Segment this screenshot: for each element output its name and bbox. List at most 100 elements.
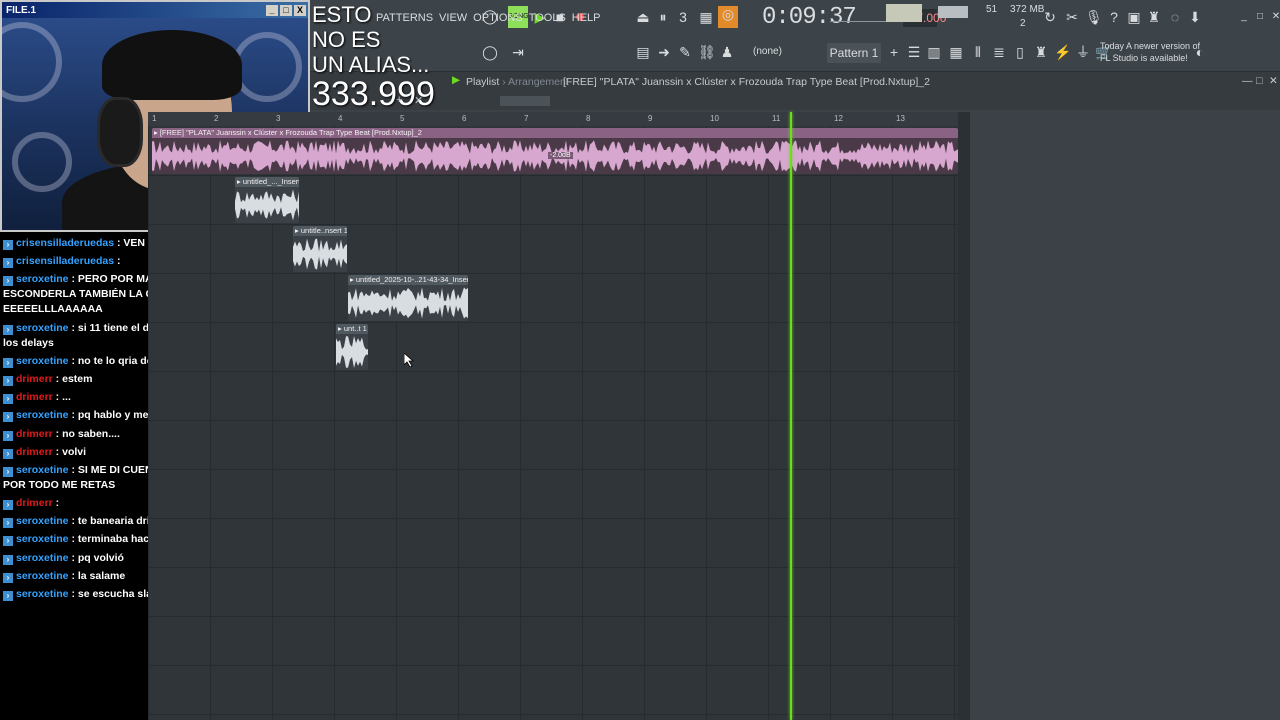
tempo-tapper-icon[interactable]: ⚡ — [1054, 44, 1071, 60]
webcam-titlebar[interactable]: FILE.1 _ □ X — [2, 2, 308, 18]
clip-title: ▸ untitle..nsert 1 — [293, 226, 347, 236]
chat-username[interactable]: seroxetine — [16, 552, 69, 564]
timeline-ruler[interactable]: 1 2 3 4 5 6 7 8 9 10 11 12 13 — [148, 112, 958, 126]
audio-clip[interactable]: ▸ [FREE] "PLATA" Juanssin x Clúster x Fr… — [152, 128, 958, 174]
channel-rack-icon[interactable]: ▦ — [948, 44, 964, 60]
link-icon[interactable]: ⛓ — [698, 44, 716, 60]
playlist-play-icon[interactable]: ▶ — [452, 74, 460, 86]
mouse-cursor-icon — [404, 353, 414, 367]
chat-separator: : — [114, 255, 121, 268]
channel-icon[interactable]: ≣ — [991, 44, 1007, 60]
loop-record-icon[interactable]: ◎ — [718, 6, 738, 28]
chat-separator: : — [68, 321, 78, 334]
cut-icon[interactable]: ✂ — [1064, 9, 1080, 25]
metronome-icon[interactable]: ⏏ — [635, 9, 651, 25]
plug-icon[interactable]: ⏚ — [1075, 44, 1091, 60]
menu-options[interactable]: OPTIONS — [473, 12, 523, 24]
audio-clip[interactable]: ▸ untitled_..._Insert 1 — [235, 177, 299, 223]
chat-username[interactable]: crisensilladeruedas — [16, 255, 114, 267]
chat-badge-icon: › — [3, 518, 13, 529]
grid-bar-line — [396, 126, 397, 720]
file-icon[interactable]: ▯ — [1012, 44, 1028, 60]
piano-roll-icon[interactable]: ▥ — [926, 44, 942, 60]
refresh-icon[interactable]: ↻ — [1042, 9, 1058, 25]
chat-username[interactable]: drimerr — [16, 391, 53, 403]
countdown-icon[interactable]: 3 — [675, 9, 691, 25]
playlist-close-icon[interactable]: ✕ — [1269, 75, 1278, 87]
chat-username[interactable]: seroxetine — [16, 588, 69, 600]
add-pattern-icon[interactable]: + — [886, 44, 902, 60]
pencil-icon[interactable]: ✎ — [677, 44, 693, 60]
mixer-icon[interactable]: ⫴ — [970, 44, 986, 60]
chat-badge-icon: › — [3, 554, 13, 565]
audio-clip[interactable]: ▸ untitle..nsert 1 — [293, 226, 347, 272]
chat-username[interactable]: seroxetine — [16, 464, 69, 476]
minimize-button[interactable]: _ — [266, 4, 278, 16]
playhead[interactable] — [790, 112, 792, 720]
chat-badge-icon: › — [3, 448, 13, 459]
chat-username[interactable]: seroxetine — [16, 355, 69, 367]
news-panel[interactable]: Today A newer version of FL Studio is av… — [1100, 40, 1200, 64]
maximize-button[interactable]: □ — [280, 4, 292, 16]
minimize-icon[interactable]: _ — [1236, 9, 1252, 25]
chat-separator: : — [52, 497, 60, 510]
grid-row-line — [148, 567, 958, 568]
chat-username[interactable]: seroxetine — [16, 515, 69, 527]
clip-title: ▸ untitled_2025-10-..21-43-34_Insert 1 — [348, 275, 468, 285]
audio-clip[interactable]: ▸ unt..t 1 — [336, 324, 368, 370]
microphone-icon[interactable]: 🎙 — [1085, 9, 1103, 25]
maximize-icon[interactable]: □ — [1252, 9, 1268, 25]
menu-view[interactable]: VIEW — [439, 12, 467, 24]
horizontal-scrollbar[interactable] — [500, 96, 550, 106]
chat-username[interactable]: seroxetine — [16, 533, 69, 545]
playlist-song-name[interactable]: [FREE] "PLATA" Juanssin x Clúster x Froz… — [563, 76, 930, 88]
chat-separator: : — [68, 569, 78, 582]
playlist-maximize-icon[interactable]: □ — [1256, 75, 1262, 87]
grid-bar-line — [582, 126, 583, 720]
grid-row-line — [148, 322, 958, 323]
clip-title: ▸ unt..t 1 — [336, 324, 368, 334]
chat-icon[interactable]: ◌ — [1167, 9, 1183, 25]
menu-help[interactable]: HELP — [572, 12, 601, 24]
save-icon[interactable]: ▣ — [1126, 9, 1142, 25]
close-button[interactable]: X — [294, 4, 306, 16]
chat-username[interactable]: drimerr — [16, 497, 53, 509]
chat-separator: : — [52, 445, 63, 458]
pitch-knob-icon[interactable]: ◯ — [482, 44, 498, 60]
menu-patterns[interactable]: PATTERNS — [376, 12, 433, 24]
chat-username[interactable]: seroxetine — [16, 322, 69, 334]
help-icon[interactable]: ? — [1106, 9, 1122, 25]
chat-username[interactable]: drimerr — [16, 428, 53, 440]
chat-username[interactable]: seroxetine — [16, 409, 69, 421]
playlist-grid[interactable]: ▸ [FREE] "PLATA" Juanssin x Clúster x Fr… — [148, 126, 958, 720]
grid-row-line — [148, 616, 958, 617]
plugin-picker-icon[interactable]: ♜ — [1033, 44, 1049, 60]
blend-icon[interactable]: ▦ — [698, 9, 714, 25]
news-line1: Today A newer version of — [1100, 41, 1201, 51]
download-icon[interactable]: ⬇ — [1187, 9, 1203, 25]
pattern-selector[interactable]: Pattern 1 — [827, 43, 881, 63]
chat-username[interactable]: seroxetine — [16, 273, 69, 285]
close-icon[interactable]: ✕ — [1268, 9, 1280, 25]
plugin-icon[interactable]: ♜ — [1146, 9, 1162, 25]
playlist-icon[interactable]: ☰ — [906, 44, 922, 60]
globe-icon[interactable]: ◐ — [1192, 44, 1208, 60]
ruler-bar-number: 7 — [524, 114, 529, 123]
chat-separator: : — [52, 391, 63, 404]
wait-icon[interactable]: ⏸ — [655, 9, 671, 25]
menu-tools[interactable]: TOOLS — [529, 12, 566, 24]
audio-clip[interactable]: ▸ untitled_2025-10-..21-43-34_Insert 1 — [348, 275, 468, 321]
vertical-scrollbar[interactable] — [958, 112, 970, 720]
playlist-minimize-icon[interactable]: — — [1242, 75, 1253, 87]
browser-icon[interactable]: ▤ — [635, 44, 651, 60]
arrow-right-icon[interactable]: ➜ — [656, 44, 672, 60]
stamp-icon[interactable]: ♟ — [719, 44, 735, 60]
chat-username[interactable]: drimerr — [16, 446, 53, 458]
chat-username[interactable]: seroxetine — [16, 570, 69, 582]
snap-select[interactable]: (none) — [753, 46, 782, 57]
chat-separator: : — [68, 463, 78, 476]
chat-username[interactable]: crisensilladeruedas — [16, 237, 114, 249]
chat-username[interactable]: drimerr — [16, 373, 53, 385]
chat-badge-icon: › — [3, 500, 13, 511]
scroll-icon[interactable]: ⇥ — [510, 44, 526, 60]
